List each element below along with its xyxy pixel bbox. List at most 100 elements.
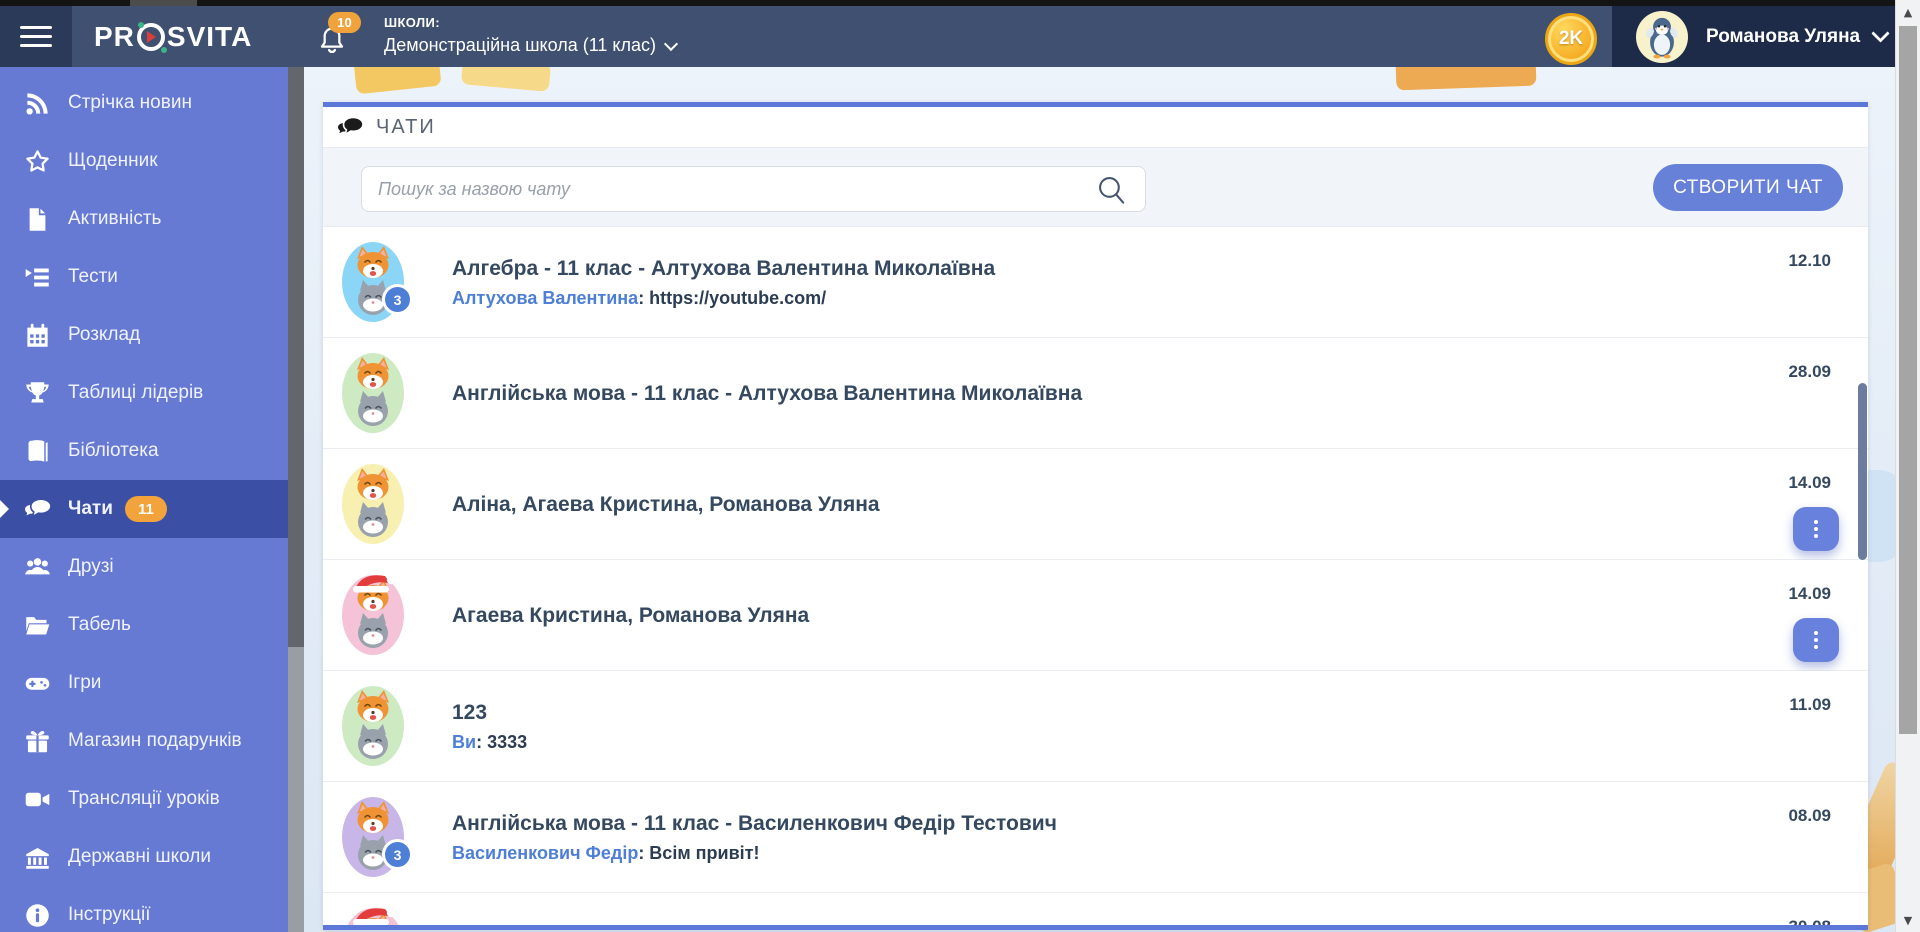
prosvita-logo[interactable]: PR SVITA bbox=[94, 6, 252, 67]
sidebar-item-label: Друзі bbox=[68, 556, 114, 577]
sidebar-item-label: Ігри bbox=[68, 672, 102, 693]
app-window: PR SVITA 10 ШКОЛИ: Демонстраційна школа … bbox=[0, 0, 1920, 932]
chevron-down-icon bbox=[1871, 23, 1890, 43]
create-chat-button[interactable]: СТВОРИТИ ЧАТ bbox=[1653, 164, 1843, 211]
coins-balance-badge[interactable]: 2K bbox=[1545, 13, 1597, 65]
sidebar-item-rss[interactable]: Стрічка новин bbox=[0, 74, 288, 132]
user-menu[interactable]: Романова Уляна bbox=[1612, 6, 1895, 67]
star-icon bbox=[24, 148, 51, 175]
chat-list-item[interactable]: 3 Алгебра - 11 клас - Алтухова Валентина… bbox=[323, 227, 1868, 338]
search-input[interactable] bbox=[361, 166, 1146, 212]
chat-menu-button[interactable] bbox=[1793, 507, 1839, 551]
sidebar-item-label: Державні школи bbox=[68, 846, 211, 867]
sidebar-item-label: Інструкції bbox=[68, 904, 151, 925]
chat-list-item[interactable]: Англійська мова - 11 клас - Алтухова Вал… bbox=[323, 338, 1868, 449]
sidebar-item-book[interactable]: Бібліотека bbox=[0, 422, 288, 480]
logo-text-rest: SVITA bbox=[166, 20, 253, 52]
pets-avatar-icon bbox=[357, 690, 389, 759]
chat-texts: 123 Ви: 3333 bbox=[452, 700, 527, 753]
chat-avatar bbox=[342, 908, 404, 925]
pets-avatar-icon bbox=[357, 468, 389, 537]
pets-avatar-icon bbox=[357, 357, 389, 426]
sidebar: Стрічка новин Щоденник Активність Тести … bbox=[0, 67, 288, 932]
page-title: ЧАТИ bbox=[376, 115, 436, 138]
sidebar-item-bank[interactable]: Державні школи bbox=[0, 828, 288, 886]
sidebar-item-gamepad[interactable]: Ігри bbox=[0, 654, 288, 712]
chat-date: 11.09 bbox=[1789, 695, 1831, 714]
trophy-icon bbox=[24, 380, 51, 407]
sidebar-item-gift[interactable]: Магазин подарунків bbox=[0, 712, 288, 770]
sidebar-item-chat[interactable]: Чати 11 bbox=[0, 480, 288, 538]
chat-avatar bbox=[342, 575, 404, 655]
active-marker-icon bbox=[0, 500, 9, 518]
chat-title: Англійська мова - 11 клас - Алтухова Вал… bbox=[452, 381, 1083, 405]
last-message-text: : Всім привіт! bbox=[638, 842, 760, 863]
chat-title: 123 bbox=[452, 700, 488, 724]
sidebar-scrollbar[interactable] bbox=[288, 67, 304, 932]
pets-avatar-icon bbox=[353, 575, 396, 648]
last-message-text: : https://youtube.com/ bbox=[638, 287, 827, 308]
school-selector[interactable]: ШКОЛИ: Демонстраційна школа (11 клас) bbox=[384, 15, 679, 56]
chat-list-scrollbar-thumb[interactable] bbox=[1858, 383, 1867, 560]
card-header: ЧАТИ bbox=[323, 107, 1868, 148]
sidebar-scrollbar-thumb[interactable] bbox=[288, 67, 304, 647]
search-toolbar: СТВОРИТИ ЧАТ bbox=[323, 148, 1868, 227]
search-icon[interactable] bbox=[1095, 173, 1128, 206]
calendar-icon bbox=[24, 322, 51, 349]
page-scrollbar[interactable]: ▲ ▼ bbox=[1895, 0, 1920, 932]
chat-bubbles-icon bbox=[337, 116, 363, 139]
sidebar-item-label: Тести bbox=[68, 266, 118, 287]
hamburger-icon bbox=[20, 20, 52, 53]
chat-list-item[interactable]: Агаева Кристина, Романова Уляна 14.09 bbox=[323, 560, 1868, 671]
sidebar-item-trophy[interactable]: Таблиці лідерів bbox=[0, 364, 288, 422]
sidebar-item-label: Активність bbox=[68, 208, 162, 229]
tests-icon bbox=[24, 264, 51, 291]
sidebar-item-label: Стрічка новин bbox=[68, 92, 192, 113]
chat-avatar: 3 bbox=[342, 242, 413, 322]
chat-avatar: 3 bbox=[342, 797, 413, 877]
chat-texts: Аліна, Агаева Кристина, Романова Уляна bbox=[452, 492, 880, 517]
chat-list-item[interactable]: Аліна, Агаева Кристина, Романова Уляна 1… bbox=[323, 449, 1868, 560]
sidebar-item-star[interactable]: Щоденник bbox=[0, 132, 288, 190]
chat-avatar bbox=[342, 353, 404, 433]
sidebar-item-label: Щоденник bbox=[68, 150, 158, 171]
chat-texts: Англійська мова - 11 клас - Алтухова Вал… bbox=[452, 381, 1082, 406]
chat-title: Агаева Кристина, Романова Уляна bbox=[452, 603, 810, 627]
chat-menu-button[interactable] bbox=[1793, 618, 1839, 662]
chat-date: 14.09 bbox=[1788, 473, 1831, 492]
penguin-avatar-icon bbox=[1646, 17, 1678, 59]
unread-count-badge: 3 bbox=[382, 839, 413, 870]
last-sender-name: Алтухова Валентина bbox=[452, 287, 639, 308]
chat-list-item[interactable]: 123 Ви: 3333 11.09 bbox=[323, 671, 1868, 782]
hamburger-menu-button[interactable] bbox=[0, 6, 72, 67]
chat-list-item[interactable]: 3 Англійська мова - 11 клас - Василенков… bbox=[323, 782, 1868, 893]
window-edge bbox=[0, 0, 1895, 6]
page-scrollbar-thumb[interactable] bbox=[1899, 26, 1917, 734]
sidebar-item-calendar[interactable]: Розклад bbox=[0, 306, 288, 364]
chat-title: Аліна, Агаева Кристина, Романова Уляна bbox=[452, 492, 880, 516]
school-name: Демонстраційна школа (11 клас) bbox=[384, 35, 657, 55]
chevron-down-icon bbox=[663, 36, 679, 51]
gift-icon bbox=[24, 728, 51, 755]
sidebar-item-video[interactable]: Трансляції уроків bbox=[0, 770, 288, 828]
gamepad-icon bbox=[24, 670, 51, 697]
scroll-down-arrow[interactable]: ▼ bbox=[1896, 910, 1920, 930]
sidebar-item-file[interactable]: Активність bbox=[0, 190, 288, 248]
friends-icon bbox=[24, 554, 51, 581]
sidebar-item-label: Магазин подарунків bbox=[68, 730, 242, 751]
pets-avatar-icon bbox=[353, 908, 396, 925]
folder-icon bbox=[24, 612, 51, 639]
sidebar-item-badge: 11 bbox=[124, 496, 167, 522]
info-icon bbox=[24, 902, 51, 929]
sidebar-item-tests[interactable]: Тести bbox=[0, 248, 288, 306]
chat-list-item[interactable]: 30.08 bbox=[323, 893, 1868, 925]
scroll-up-arrow[interactable]: ▲ bbox=[1896, 2, 1920, 22]
sidebar-item-friends[interactable]: Друзі bbox=[0, 538, 288, 596]
user-name: Романова Уляна bbox=[1706, 25, 1861, 47]
bank-icon bbox=[24, 844, 51, 871]
notifications-count-badge: 10 bbox=[328, 12, 361, 33]
chat-avatar bbox=[342, 464, 404, 544]
video-icon bbox=[24, 786, 51, 813]
sidebar-item-info[interactable]: Інструкції bbox=[0, 886, 288, 932]
sidebar-item-folder[interactable]: Табель bbox=[0, 596, 288, 654]
